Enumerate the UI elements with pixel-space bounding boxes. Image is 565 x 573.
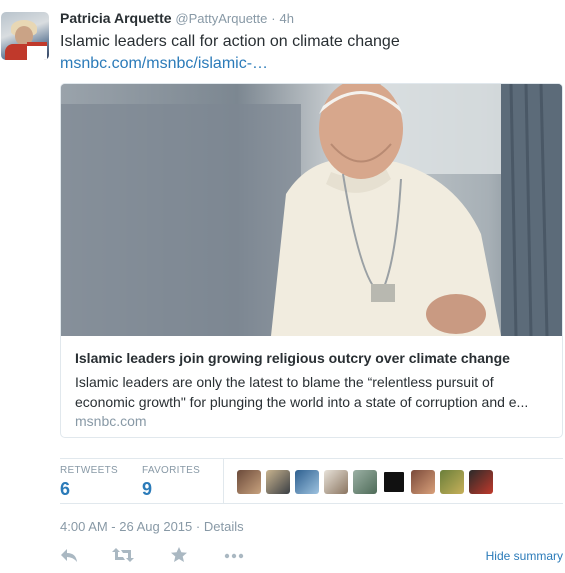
tweet-stats: RETWEETS 6 FAVORITES 9	[60, 458, 563, 504]
favoriter-avatar[interactable]	[353, 470, 377, 494]
link-card[interactable]: Islamic leaders join growing religious o…	[60, 83, 563, 438]
card-domain[interactable]: msnbc.com	[75, 413, 147, 429]
stats-divider	[223, 459, 224, 503]
hide-summary-link[interactable]: Hide summary	[486, 549, 563, 563]
tweet-header: Patricia Arquette @PattyArquette · 4h	[60, 10, 294, 26]
retweet-icon[interactable]	[112, 546, 134, 570]
card-image[interactable]	[61, 84, 562, 336]
favoriter-avatar[interactable]	[440, 470, 464, 494]
favoriter-avatar[interactable]	[295, 470, 319, 494]
tweet-link[interactable]: msnbc.com/msnbc/islamic-…	[60, 54, 268, 74]
tweet-timestamp: 4:00 AM - 26 Aug 2015 · Details	[60, 519, 244, 534]
details-link[interactable]: Details	[204, 519, 244, 534]
card-description: Islamic leaders are only the latest to b…	[75, 372, 553, 412]
star-icon[interactable]	[170, 546, 188, 570]
favoriter-avatar[interactable]	[237, 470, 261, 494]
header-separator: ·	[271, 11, 276, 26]
favorites-count[interactable]: 9	[142, 479, 200, 500]
avatar-flag	[27, 42, 47, 60]
favoriter-avatar[interactable]	[411, 470, 435, 494]
favoriter-avatar[interactable]	[469, 470, 493, 494]
favorites-label: FAVORITES	[142, 465, 201, 476]
tweet-text: Islamic leaders call for action on clima…	[60, 33, 400, 50]
author-avatar[interactable]	[1, 12, 49, 60]
retweets-count[interactable]: 6	[60, 479, 118, 500]
tweet-time[interactable]: 4h	[280, 11, 294, 26]
tweet-actions: Hide summary	[60, 546, 563, 570]
card-description-line1: Islamic leaders are only the latest to b…	[75, 374, 494, 390]
card-title[interactable]: Islamic leaders join growing religious o…	[75, 350, 510, 366]
favorites-stat[interactable]: FAVORITES 9	[142, 465, 200, 500]
retweets-stat[interactable]: RETWEETS 6	[60, 465, 118, 500]
timestamp-separator: ·	[195, 519, 201, 534]
author-handle[interactable]: @PattyArquette	[175, 11, 267, 26]
favoriter-avatar[interactable]	[382, 470, 406, 494]
reply-icon[interactable]	[60, 546, 78, 570]
card-photo	[61, 84, 562, 336]
author-name[interactable]: Patricia Arquette	[60, 10, 172, 26]
card-description-line2: economic growth" for plunging the world …	[75, 394, 529, 410]
more-icon[interactable]	[224, 546, 244, 570]
favoriter-avatar[interactable]	[324, 470, 348, 494]
retweets-label: RETWEETS	[60, 465, 118, 476]
timestamp-text[interactable]: 4:00 AM - 26 Aug 2015	[60, 519, 192, 534]
favoriter-avatar[interactable]	[266, 470, 290, 494]
